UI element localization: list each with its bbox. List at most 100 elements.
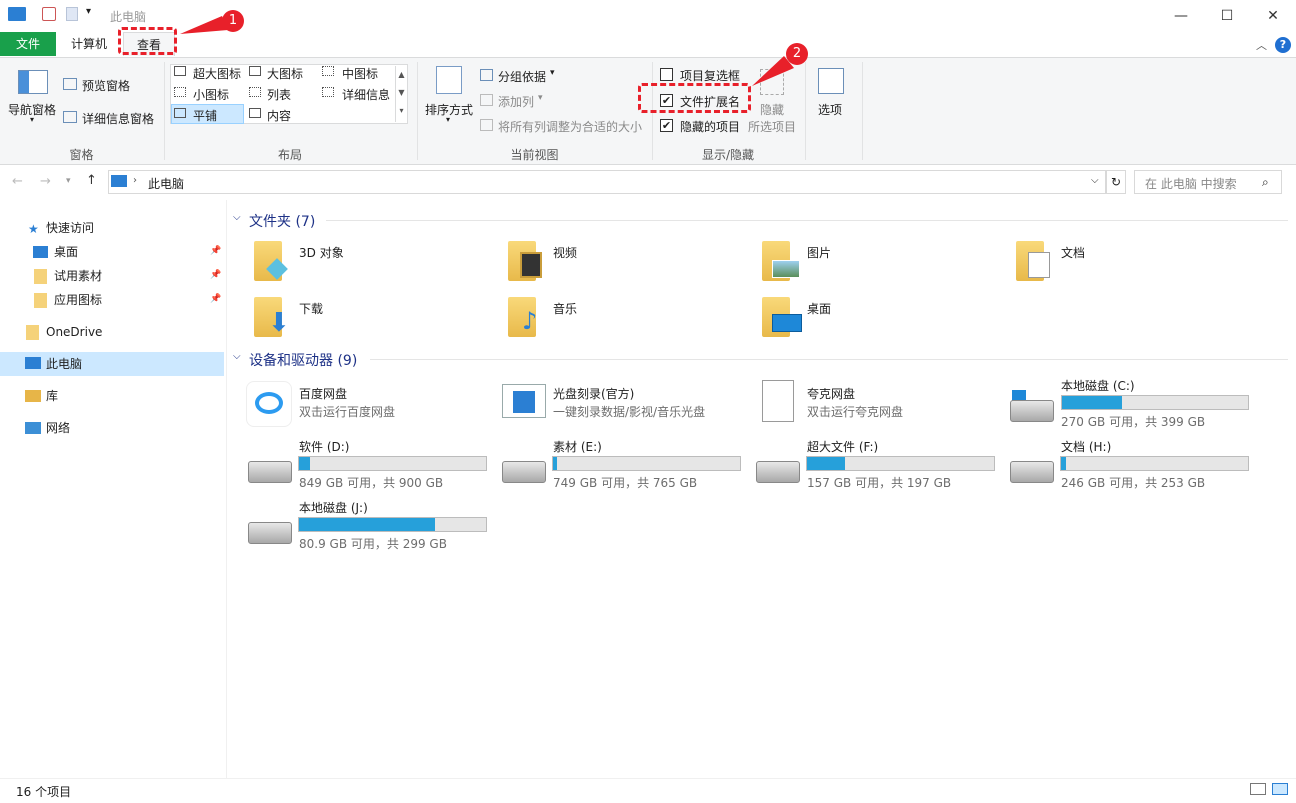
sort-icon (436, 66, 462, 94)
drive-j-name[interactable]: 本地磁盘 (J:) (299, 499, 368, 516)
folder-3d-objects[interactable]: 3D 对象 (299, 244, 344, 261)
item-checkboxes-label[interactable]: 项目复选框 (680, 67, 740, 84)
computer-icon[interactable] (8, 7, 26, 21)
download-arrow-icon: ⬇ (268, 308, 290, 338)
layout-l-icons[interactable]: 大图标 (267, 65, 303, 82)
pin-icon[interactable]: 📌 (210, 246, 221, 256)
layout-details[interactable]: 详细信息 (342, 86, 390, 103)
add-column-button[interactable]: 添加列 (498, 93, 534, 110)
help-icon[interactable]: ? (1275, 37, 1291, 53)
details-pane-button[interactable]: 详细信息窗格 (82, 110, 154, 127)
forward-arrow-icon[interactable]: → (40, 174, 51, 189)
drive-e-usage-bar (552, 456, 741, 471)
drive-e-icon[interactable] (502, 461, 546, 483)
address-dropdown-icon[interactable]: ⌵ (1091, 175, 1099, 186)
drive-f-name[interactable]: 超大文件 (F:) (807, 438, 878, 455)
folder-desktop[interactable]: 桌面 (807, 300, 831, 317)
baidu-netdisk-icon[interactable] (246, 381, 292, 427)
options-icon (818, 68, 844, 94)
layout-content[interactable]: 内容 (267, 107, 291, 124)
tab-file[interactable]: 文件 (0, 32, 56, 56)
pin-icon[interactable]: 📌 (210, 294, 221, 304)
address-box[interactable] (108, 170, 1106, 194)
group-by-button[interactable]: 分组依据 (498, 68, 546, 85)
nav-onedrive[interactable]: OneDrive (46, 320, 216, 344)
folder-documents[interactable]: 文档 (1061, 244, 1085, 261)
preview-pane-button[interactable]: 预览窗格 (82, 77, 130, 94)
large-icons-view-icon[interactable] (1272, 783, 1288, 795)
drive-c-info: 270 GB 可用，共 399 GB (1061, 415, 1206, 429)
recent-dropdown-icon[interactable]: ▾ (66, 176, 71, 186)
nav-this-pc[interactable]: 此电脑 (46, 352, 216, 376)
hide-button[interactable]: 隐藏 (760, 101, 784, 118)
new-folder-icon[interactable] (66, 7, 78, 21)
options-button[interactable]: 选项 (818, 101, 842, 118)
folder-music[interactable]: 音乐 (553, 300, 577, 317)
breadcrumb-this-pc[interactable]: 此电脑 (148, 175, 184, 192)
item-checkboxes-checkbox[interactable] (660, 68, 673, 81)
breadcrumb-chevron-icon[interactable]: › (133, 175, 137, 186)
drive-d-info: 849 GB 可用，共 900 GB (299, 476, 444, 490)
details-icon (322, 87, 334, 97)
search-input[interactable]: 在 此电脑 中搜索 (1134, 170, 1282, 194)
nav-trial-materials[interactable]: 试用素材 (54, 264, 204, 288)
drive-f-icon[interactable] (756, 461, 800, 483)
layout-s-icons[interactable]: 小图标 (193, 86, 229, 103)
drive-j-icon[interactable] (248, 522, 292, 544)
drive-c-name[interactable]: 本地磁盘 (C:) (1061, 377, 1135, 394)
nav-app-icons[interactable]: 应用图标 (54, 288, 204, 312)
network-icon (25, 422, 41, 434)
drive-d-icon[interactable] (248, 461, 292, 483)
nav-quick-access[interactable]: 快速访问 (46, 216, 216, 240)
drive-j-usage-bar (298, 517, 487, 532)
hidden-items-checkbox[interactable]: ✔ (660, 119, 673, 132)
collapse-chevron-icon[interactable]: ⌵ (233, 351, 241, 362)
nav-library[interactable]: 库 (46, 384, 216, 408)
refresh-icon[interactable]: ↻ (1106, 170, 1126, 194)
app-quark-name[interactable]: 夸克网盘 (807, 385, 855, 402)
folder-videos[interactable]: 视频 (553, 244, 577, 261)
up-arrow-icon[interactable]: ↑ (86, 173, 97, 188)
folder-downloads[interactable]: 下载 (299, 300, 323, 317)
pin-icon[interactable]: 📌 (210, 270, 221, 280)
maximize-button[interactable]: ☐ (1204, 0, 1250, 31)
hidden-items-label[interactable]: 隐藏的项目 (680, 118, 740, 135)
back-arrow-icon[interactable]: ← (12, 174, 23, 189)
group-separator (862, 62, 863, 160)
selected-items-label[interactable]: 所选项目 (748, 118, 796, 135)
minimize-button[interactable]: — (1158, 0, 1204, 31)
app-burner-name[interactable]: 光盘刻录(官方) (553, 385, 634, 402)
nav-desktop[interactable]: 桌面 (54, 240, 204, 264)
app-burner-desc: 一键刻录数据/影视/音乐光盘 (553, 405, 706, 419)
qat-dropdown-icon[interactable]: ▾ (86, 6, 91, 17)
nav-network[interactable]: 网络 (46, 416, 216, 440)
drive-d-name[interactable]: 软件 (D:) (299, 438, 349, 455)
drive-h-name[interactable]: 文档 (H:) (1061, 438, 1111, 455)
quark-netdisk-icon[interactable] (762, 380, 794, 422)
drive-e-name[interactable]: 素材 (E:) (553, 438, 602, 455)
gallery-scroll[interactable]: ▲ ▼ ▾ (395, 66, 407, 122)
layout-xl-icons[interactable]: 超大图标 (193, 65, 241, 82)
picture-icon (772, 260, 800, 278)
drive-h-icon[interactable] (1010, 461, 1054, 483)
properties-icon[interactable] (42, 7, 56, 21)
folder-pictures[interactable]: 图片 (807, 244, 831, 261)
collapse-chevron-icon[interactable]: ⌵ (233, 212, 241, 223)
disc-burner-icon[interactable] (502, 384, 546, 418)
layout-m-icons[interactable]: 中图标 (342, 65, 378, 82)
section-devices[interactable]: 设备和驱动器 (9) (249, 350, 357, 370)
details-view-icon[interactable] (1250, 783, 1266, 795)
collapse-ribbon-icon[interactable]: ︿ (1256, 37, 1267, 53)
layout-tiles[interactable]: 平铺 (193, 107, 217, 124)
search-icon[interactable]: ⌕ (1262, 175, 1269, 190)
fit-columns-button[interactable]: 将所有列调整为合适的大小 (498, 118, 642, 135)
layout-list[interactable]: 列表 (267, 86, 291, 103)
drive-c-icon[interactable] (1010, 400, 1054, 422)
drive-d-usage-bar (298, 456, 487, 471)
drive-f-usage-bar (806, 456, 995, 471)
app-baidu-name[interactable]: 百度网盘 (299, 385, 347, 402)
m-icons-icon (322, 66, 334, 76)
section-folders[interactable]: 文件夹 (7) (249, 211, 315, 231)
close-button[interactable]: ✕ (1250, 0, 1296, 31)
tab-computer[interactable]: 计算机 (58, 32, 120, 56)
